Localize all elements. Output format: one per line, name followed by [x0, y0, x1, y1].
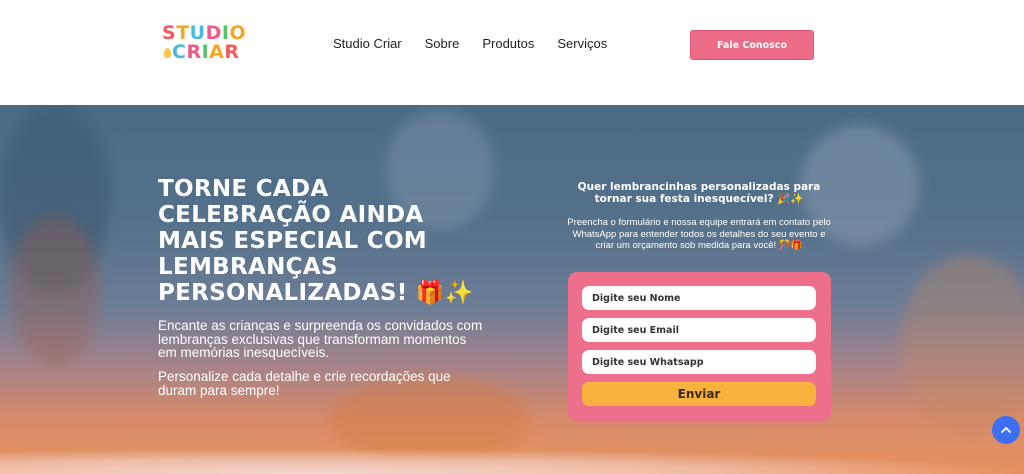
studio-criar-logo[interactable]: STUDIO CRIAR [162, 24, 246, 66]
main-nav: Studio Criar Sobre Produtos Serviços [333, 36, 630, 51]
nav-item-studio-criar[interactable]: Studio Criar [333, 36, 402, 51]
hero-title: TORNE CADA CELEBRAÇÃO AINDA MAIS ESPECIA… [158, 176, 474, 306]
contact-form: Digite seu Nome Digite seu Email Digite … [568, 272, 831, 421]
form-title: Quer lembrancinhas personalizadas para t… [577, 181, 821, 205]
site-header: STUDIO CRIAR Studio Criar Sobre Produtos… [0, 0, 1024, 105]
name-field[interactable]: Digite seu Nome [582, 286, 816, 310]
logo-line-criar: CRIAR [172, 43, 244, 62]
logo-letter: I [201, 41, 210, 63]
form-description: Preencha o formulário e nossa equipe ent… [567, 217, 831, 251]
email-field[interactable]: Digite seu Email [582, 318, 816, 342]
lightbulb-icon [164, 48, 171, 58]
nav-item-produtos[interactable]: Produtos [482, 36, 534, 51]
hero-paragraph-1: Encante as crianças e surpreenda os conv… [158, 318, 483, 360]
nav-item-sobre[interactable]: Sobre [425, 36, 460, 51]
arrow-up-icon [1001, 427, 1011, 433]
logo-letter: A [209, 41, 225, 63]
enviar-button[interactable]: Enviar [582, 382, 816, 406]
logo-letter: R [224, 41, 240, 63]
scroll-to-top-button[interactable] [992, 416, 1020, 444]
whatsapp-field[interactable]: Digite seu Whatsapp [582, 350, 816, 374]
hero-paragraph-2: Personalize cada detalhe e crie recordaç… [158, 369, 451, 398]
background-toy-stack [10, 215, 100, 365]
hero-bottom-fade [0, 448, 1024, 474]
fale-conosco-button[interactable]: Fale Conosco [690, 30, 814, 60]
logo-letter: C [172, 41, 187, 63]
nav-item-servicos[interactable]: Serviços [557, 36, 607, 51]
background-toy-house [900, 255, 1024, 435]
logo-letter: R [186, 41, 202, 63]
hero-section: TORNE CADA CELEBRAÇÃO AINDA MAIS ESPECIA… [0, 105, 1024, 474]
